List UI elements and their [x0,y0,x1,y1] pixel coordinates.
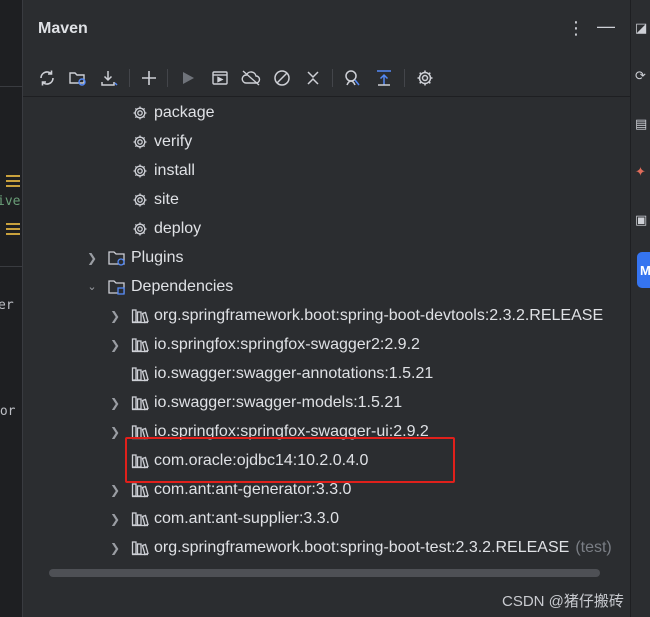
gear-icon [130,133,150,151]
lifecycle-goal-deploy[interactable]: deploy [23,214,630,243]
dependency-label: io.swagger:swagger-models:1.5.21 [154,393,403,411]
toolbar-separator [332,69,333,87]
dependency-row[interactable]: ❯ io.springfox:springfox-swagger2:2.9.2 [23,330,630,359]
dependency-row[interactable]: ❯ com.ant:ant-generator:3.3.0 [23,475,630,504]
dependency-row[interactable]: ❯ com.ant:ant-supplier:3.3.0 [23,504,630,533]
notifications-icon[interactable]: ◪ [635,20,650,38]
dependency-row[interactable]: ❯ org.springframework.boot:spring-boot-te… [23,533,630,562]
lifecycle-goal-label: verify [154,132,193,150]
dependency-label: com.ant:ant-supplier:3.3.0 [154,509,339,527]
chevron-right-icon[interactable]: ❯ [108,512,122,526]
database-icon[interactable]: ▤ [635,116,650,134]
gear-icon [130,220,150,238]
dependency-scope: (test) [575,538,612,556]
gear-icon [130,191,150,209]
dependencies-folder-icon [107,278,127,296]
minimize-icon[interactable]: — [597,16,615,37]
execute-goal-icon[interactable] [206,64,234,92]
reload-all-icon[interactable] [33,64,61,92]
lifecycle-goal-site[interactable]: site [23,185,630,214]
lifecycle-goal-install[interactable]: install [23,156,630,185]
toolbar-separator [404,69,405,87]
gear-icon [130,162,150,180]
skip-tests-icon[interactable] [268,64,296,92]
hamburger-marker-icon [6,220,20,238]
lifecycle-goal-label: package [154,103,215,121]
dependency-row[interactable]: io.swagger:swagger-annotations:1.5.21 [23,359,630,388]
dependency-row[interactable]: ❯ io.springfox:springfox-swagger-ui:2.9.2 [23,417,630,446]
gear-icon [130,104,150,122]
horizontal-scrollbar[interactable] [49,569,600,577]
chevron-right-icon[interactable]: ❯ [108,338,122,352]
dependency-label: io.swagger:swagger-annotations:1.5.21 [154,364,434,382]
ai-assistant-icon[interactable]: ⟳ [635,68,650,86]
chevron-right-icon[interactable]: ❯ [108,425,122,439]
dependency-row[interactable]: com.oracle:ojdbc14:10.2.0.4.0 [23,446,630,475]
lifecycle-goal-label: deploy [154,219,202,237]
lifecycle-goal-package[interactable]: package [23,98,630,127]
editor-divider [0,266,22,267]
library-icon [130,423,150,441]
dependency-label: io.springfox:springfox-swagger2:2.9.2 [154,335,420,353]
tree-node-label: Plugins [131,248,184,266]
lifecycle-goal-label: site [154,190,179,208]
tree-node-dependencies[interactable]: ⌄ Dependencies [23,272,630,301]
tool-window-title: Maven [38,20,88,37]
watermark: CSDN @猪仔搬砖 [502,593,624,610]
plugin-tool-icon[interactable]: ✦ [635,164,650,182]
toolbar-separator [167,69,168,87]
library-icon [130,452,150,470]
tree-node-label: Dependencies [131,277,234,295]
tool-window-header: Maven ⋮ — [23,0,630,60]
dependency-label: io.springfox:springfox-swagger-ui:2.9.2 [154,422,429,440]
offline-mode-icon[interactable] [237,64,265,92]
lifecycle-goal-label: install [154,161,195,179]
show-dependencies-icon[interactable] [370,64,398,92]
more-vertical-icon[interactable]: ⋮ [567,18,585,39]
download-sources-icon[interactable] [95,64,123,92]
editor-fragment: er [0,298,14,313]
editor-divider [0,86,22,87]
hamburger-marker-icon [6,172,20,190]
add-project-icon[interactable] [135,64,163,92]
dependency-label: org.springframework.boot:spring-boot-tes… [154,538,570,556]
library-icon [130,510,150,528]
right-tool-strip: ◪ ⟳ ▤ ✦ ▣ M [630,0,650,617]
dependency-row[interactable]: ❯ org.springframework.boot:spring-boot-de… [23,301,630,330]
library-icon [130,481,150,499]
collapse-all-icon[interactable] [299,64,327,92]
library-icon [130,394,150,412]
library-icon [130,307,150,325]
maven-project-tree: package verify install site deploy ❯ Plu… [23,97,630,567]
maven-tool-window: Maven ⋮ — package verify install site de… [23,0,650,588]
dependency-label: com.oracle:ojdbc14:10.2.0.4.0 [154,451,369,469]
library-icon [130,336,150,354]
chevron-right-icon[interactable]: ❯ [85,251,99,265]
chevron-right-icon[interactable]: ❯ [108,541,122,555]
analyze-dependencies-icon[interactable] [338,64,366,92]
plugins-folder-icon [107,249,127,267]
tree-node-plugins[interactable]: ❯ Plugins [23,243,630,272]
chevron-right-icon[interactable]: ❯ [108,396,122,410]
editor-gutter-strip: ive er Wor [0,0,23,617]
dependency-label: com.ant:ant-generator:3.3.0 [154,480,352,498]
dependency-row[interactable]: ❯junit:junit:4.13(test) [23,562,630,567]
endpoints-icon[interactable]: ▣ [635,212,650,230]
chevron-right-icon[interactable]: ❯ [108,309,122,323]
chevron-down-icon[interactable]: ⌄ [85,280,99,293]
toolbar-separator [129,69,130,87]
generate-sources-icon[interactable] [64,64,92,92]
maven-tool-icon[interactable]: M [637,252,650,288]
maven-toolbar [23,60,630,97]
dependency-label: org.springframework.boot:spring-boot-dev… [154,306,604,324]
chevron-right-icon[interactable]: ❯ [108,483,122,497]
editor-fragment: ive [0,194,21,209]
library-icon [130,365,150,383]
run-icon[interactable] [174,64,202,92]
editor-fragment: Wor [0,404,16,419]
settings-icon[interactable] [411,64,439,92]
dependency-row[interactable]: ❯ io.swagger:swagger-models:1.5.21 [23,388,630,417]
lifecycle-goal-verify[interactable]: verify [23,127,630,156]
library-icon [130,539,150,557]
